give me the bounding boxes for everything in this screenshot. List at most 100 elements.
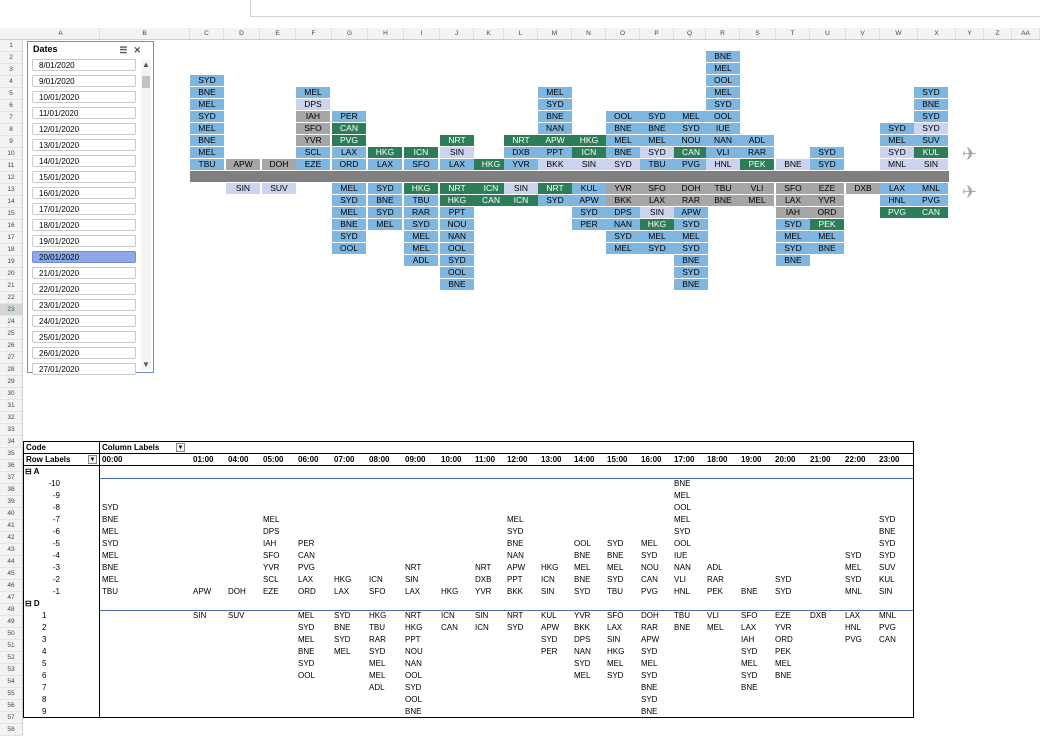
- row-header[interactable]: 58: [0, 724, 22, 736]
- row-header[interactable]: 38: [0, 484, 22, 496]
- row-header[interactable]: 18: [0, 244, 22, 256]
- multi-select-icon[interactable]: ☰: [119, 45, 133, 55]
- row-header[interactable]: 4: [0, 76, 22, 88]
- pivot-row-labels[interactable]: Row Labels: [26, 454, 70, 466]
- column-header[interactable]: L: [504, 28, 538, 39]
- row-header[interactable]: 37: [0, 472, 22, 484]
- row-header[interactable]: 53: [0, 664, 22, 676]
- scroll-up-icon[interactable]: ▲: [141, 60, 151, 70]
- group-d-label[interactable]: ⊟ D: [25, 598, 40, 610]
- row-header[interactable]: 27: [0, 352, 22, 364]
- column-header[interactable]: M: [538, 28, 572, 39]
- row-header[interactable]: 13: [0, 184, 22, 196]
- slicer-item[interactable]: 15/01/2020: [32, 171, 136, 183]
- column-header[interactable]: W: [880, 28, 918, 39]
- column-header[interactable]: O: [606, 28, 640, 39]
- row-header[interactable]: 49: [0, 616, 22, 628]
- slicer-item[interactable]: 22/01/2020: [32, 283, 136, 295]
- row-header[interactable]: 3: [0, 64, 22, 76]
- slicer-item[interactable]: 12/01/2020: [32, 123, 136, 135]
- slicer-item[interactable]: 24/01/2020: [32, 315, 136, 327]
- row-header[interactable]: 20: [0, 268, 22, 280]
- row-header[interactable]: 48: [0, 604, 22, 616]
- column-header[interactable]: G: [332, 28, 368, 39]
- row-header[interactable]: 14: [0, 196, 22, 208]
- row-header[interactable]: 42: [0, 532, 22, 544]
- slicer-item[interactable]: 13/01/2020: [32, 139, 136, 151]
- row-header[interactable]: 35: [0, 448, 22, 460]
- row-header[interactable]: 6: [0, 100, 22, 112]
- slicer-item[interactable]: 10/01/2020: [32, 91, 136, 103]
- slicer-scrollbar[interactable]: ▲ ▼: [141, 60, 151, 370]
- column-header[interactable]: D: [224, 28, 260, 39]
- column-header[interactable]: A: [22, 28, 100, 39]
- column-header[interactable]: AA: [1012, 28, 1040, 39]
- column-header[interactable]: H: [368, 28, 404, 39]
- row-header[interactable]: 16: [0, 220, 22, 232]
- row-header[interactable]: 43: [0, 544, 22, 556]
- column-header[interactable]: E: [260, 28, 296, 39]
- row-header[interactable]: 1: [0, 40, 22, 52]
- column-header[interactable]: X: [918, 28, 956, 39]
- column-header[interactable]: P: [640, 28, 674, 39]
- clear-filter-icon[interactable]: ✕: [133, 45, 147, 55]
- slicer-item[interactable]: 21/01/2020: [32, 267, 136, 279]
- row-header[interactable]: 12: [0, 172, 22, 184]
- slicer-item[interactable]: 26/01/2020: [32, 347, 136, 359]
- row-header[interactable]: 40: [0, 508, 22, 520]
- row-header[interactable]: 36: [0, 460, 22, 472]
- row-header[interactable]: 46: [0, 580, 22, 592]
- row-header[interactable]: 29: [0, 376, 22, 388]
- row-header[interactable]: 15: [0, 208, 22, 220]
- column-header[interactable]: Y: [956, 28, 984, 39]
- column-filter-button[interactable]: ▼: [176, 443, 185, 452]
- column-header[interactable]: K: [474, 28, 504, 39]
- scroll-down-icon[interactable]: ▼: [141, 360, 151, 370]
- column-header[interactable]: B: [100, 28, 190, 39]
- column-header[interactable]: J: [440, 28, 474, 39]
- slicer-item[interactable]: 17/01/2020: [32, 203, 136, 215]
- column-header[interactable]: F: [296, 28, 332, 39]
- column-header[interactable]: V: [846, 28, 880, 39]
- row-header[interactable]: 45: [0, 568, 22, 580]
- row-header[interactable]: 7: [0, 112, 22, 124]
- column-header[interactable]: I: [404, 28, 440, 39]
- row-filter-button[interactable]: ▼: [88, 455, 97, 464]
- row-header[interactable]: 9: [0, 136, 22, 148]
- column-header[interactable]: T: [776, 28, 810, 39]
- column-header[interactable]: N: [572, 28, 606, 39]
- scroll-thumb[interactable]: [142, 76, 150, 88]
- column-header[interactable]: U: [810, 28, 846, 39]
- row-header[interactable]: 31: [0, 400, 22, 412]
- row-header[interactable]: 32: [0, 412, 22, 424]
- row-header[interactable]: 41: [0, 520, 22, 532]
- row-header[interactable]: 54: [0, 676, 22, 688]
- slicer-item[interactable]: 18/01/2020: [32, 219, 136, 231]
- row-header[interactable]: 39: [0, 496, 22, 508]
- slicer-item[interactable]: 19/01/2020: [32, 235, 136, 247]
- row-header[interactable]: 2: [0, 52, 22, 64]
- row-header[interactable]: 17: [0, 232, 22, 244]
- row-header[interactable]: 26: [0, 340, 22, 352]
- row-header[interactable]: 19: [0, 256, 22, 268]
- row-header[interactable]: 5: [0, 88, 22, 100]
- column-header[interactable]: R: [706, 28, 740, 39]
- slicer-item[interactable]: 23/01/2020: [32, 299, 136, 311]
- row-header[interactable]: 50: [0, 628, 22, 640]
- row-header[interactable]: 23: [0, 304, 22, 316]
- slicer-item[interactable]: 9/01/2020: [32, 75, 136, 87]
- pivot-column-labels[interactable]: Column Labels: [102, 442, 159, 454]
- group-a-label[interactable]: ⊟ A: [25, 466, 39, 478]
- row-header[interactable]: 57: [0, 712, 22, 724]
- row-header[interactable]: 47: [0, 592, 22, 604]
- dates-slicer[interactable]: Dates ☰✕ ▲ ▼ 8/01/2020 9/01/2020 10/01/202…: [27, 41, 154, 375]
- column-header[interactable]: Z: [984, 28, 1012, 39]
- row-header[interactable]: 28: [0, 364, 22, 376]
- row-header[interactable]: 30: [0, 388, 22, 400]
- slicer-item[interactable]: 25/01/2020: [32, 331, 136, 343]
- row-header[interactable]: 21: [0, 280, 22, 292]
- row-header[interactable]: 55: [0, 688, 22, 700]
- column-header[interactable]: S: [740, 28, 776, 39]
- formula-bar[interactable]: [250, 0, 1040, 17]
- slicer-item[interactable]: 11/01/2020: [32, 107, 136, 119]
